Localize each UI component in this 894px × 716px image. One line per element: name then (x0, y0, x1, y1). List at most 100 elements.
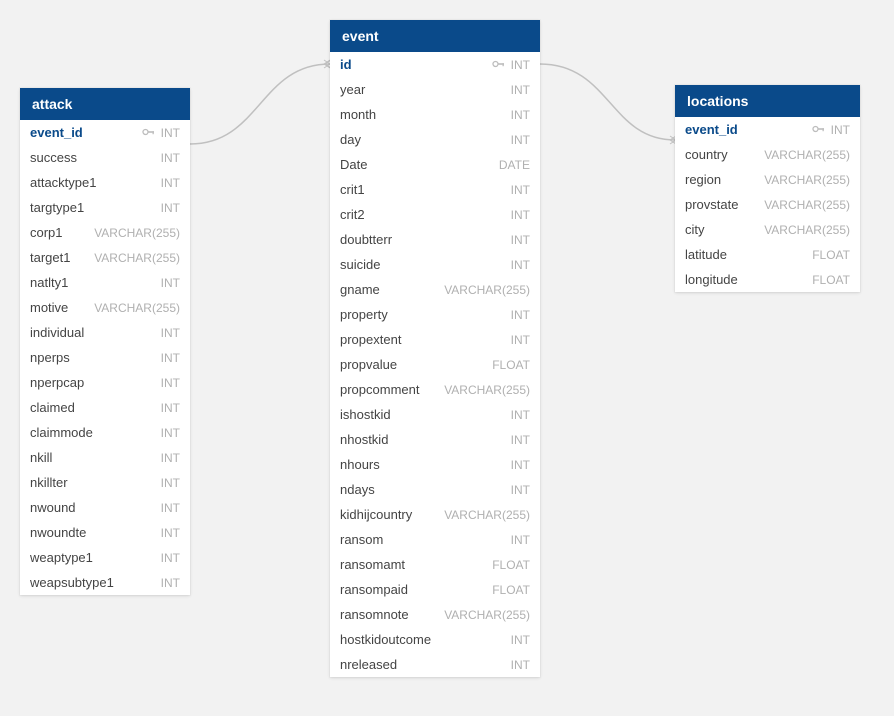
column-type: INT (511, 108, 530, 122)
column-row[interactable]: cityVARCHAR(255) (675, 217, 860, 242)
column-row[interactable]: nreleasedINT (330, 652, 540, 677)
column-row[interactable]: crit2INT (330, 202, 540, 227)
column-name: suicide (340, 257, 511, 272)
column-row[interactable]: individualINT (20, 320, 190, 345)
column-row[interactable]: ransomINT (330, 527, 540, 552)
column-row[interactable]: nkillINT (20, 445, 190, 470)
column-name: longitude (685, 272, 812, 287)
column-type: INT (161, 151, 180, 165)
column-name: motive (30, 300, 94, 315)
column-row[interactable]: propertyINT (330, 302, 540, 327)
table-header[interactable]: attack (20, 88, 190, 120)
column-name: ransompaid (340, 582, 492, 597)
column-type: INT (511, 333, 530, 347)
column-name: ransomnote (340, 607, 444, 622)
column-list: event_idINTcountryVARCHAR(255)regionVARC… (675, 117, 860, 292)
column-row[interactable]: nwoundINT (20, 495, 190, 520)
column-row[interactable]: attacktype1INT (20, 170, 190, 195)
column-name: hostkidoutcome (340, 632, 511, 647)
column-row[interactable]: nhoursINT (330, 452, 540, 477)
column-row[interactable]: weapsubtype1INT (20, 570, 190, 595)
column-row[interactable]: nwoundteINT (20, 520, 190, 545)
column-type: INT (831, 123, 850, 137)
column-row[interactable]: successINT (20, 145, 190, 170)
entity-table-event[interactable]: event idINTyearINTmonthINTdayINTDateDATE… (330, 20, 540, 677)
column-row[interactable]: corp1VARCHAR(255) (20, 220, 190, 245)
column-row[interactable]: propvalueFLOAT (330, 352, 540, 377)
key-icon (811, 123, 827, 137)
column-row[interactable]: regionVARCHAR(255) (675, 167, 860, 192)
column-name: corp1 (30, 225, 94, 240)
column-list: idINTyearINTmonthINTdayINTDateDATEcrit1I… (330, 52, 540, 677)
column-list: event_idINTsuccessINTattacktype1INTtargt… (20, 120, 190, 595)
column-type: INT (161, 401, 180, 415)
column-type: INT (161, 126, 180, 140)
entity-table-attack[interactable]: attack event_idINTsuccessINTattacktype1I… (20, 88, 190, 595)
table-header[interactable]: locations (675, 85, 860, 117)
column-row[interactable]: kidhijcountryVARCHAR(255) (330, 502, 540, 527)
column-name: nperpcap (30, 375, 161, 390)
column-row[interactable]: ransomamtFLOAT (330, 552, 540, 577)
column-name: id (340, 57, 491, 72)
column-row[interactable]: targtype1INT (20, 195, 190, 220)
column-row[interactable]: nperpcapINT (20, 370, 190, 395)
column-row[interactable]: nperpsINT (20, 345, 190, 370)
column-row[interactable]: gnameVARCHAR(255) (330, 277, 540, 302)
column-row[interactable]: DateDATE (330, 152, 540, 177)
column-row[interactable]: suicideINT (330, 252, 540, 277)
column-row[interactable]: latitudeFLOAT (675, 242, 860, 267)
column-type: INT (511, 533, 530, 547)
column-name: city (685, 222, 764, 237)
column-row[interactable]: target1VARCHAR(255) (20, 245, 190, 270)
column-name: Date (340, 157, 499, 172)
column-row[interactable]: id INT (330, 52, 540, 77)
column-row[interactable]: hostkidoutcomeINT (330, 627, 540, 652)
column-name: weaptype1 (30, 550, 161, 565)
column-type: INT (161, 326, 180, 340)
column-row[interactable]: dayINT (330, 127, 540, 152)
column-type: INT (161, 476, 180, 490)
column-type: INT (511, 58, 530, 72)
column-row[interactable]: ndaysINT (330, 477, 540, 502)
column-name: crit1 (340, 182, 511, 197)
column-name: kidhijcountry (340, 507, 444, 522)
column-name: event_id (685, 122, 811, 137)
column-row[interactable]: natlty1INT (20, 270, 190, 295)
column-row[interactable]: ransompaidFLOAT (330, 577, 540, 602)
column-row[interactable]: weaptype1INT (20, 545, 190, 570)
column-row[interactable]: nkillterINT (20, 470, 190, 495)
entity-table-locations[interactable]: locations event_id INT countryVARCHAR(255)… (675, 85, 860, 292)
column-name: attacktype1 (30, 175, 161, 190)
column-row[interactable]: claimmodeINT (20, 420, 190, 445)
column-row[interactable]: ishostkidINT (330, 402, 540, 427)
column-type: DATE (499, 158, 530, 172)
column-type: FLOAT (812, 248, 850, 262)
column-type: VARCHAR(255) (764, 148, 850, 162)
column-row[interactable]: longitudeFLOAT (675, 267, 860, 292)
column-row[interactable]: yearINT (330, 77, 540, 102)
column-row[interactable]: monthINT (330, 102, 540, 127)
column-row[interactable]: claimedINT (20, 395, 190, 420)
column-row[interactable]: nhostkidINT (330, 427, 540, 452)
column-row[interactable]: motiveVARCHAR(255) (20, 295, 190, 320)
table-header[interactable]: event (330, 20, 540, 52)
column-row[interactable]: event_id INT (675, 117, 860, 142)
column-name: propextent (340, 332, 511, 347)
column-row[interactable]: crit1INT (330, 177, 540, 202)
column-name: individual (30, 325, 161, 340)
column-type: VARCHAR(255) (444, 608, 530, 622)
column-row[interactable]: propextentINT (330, 327, 540, 352)
column-row[interactable]: doubtterrINT (330, 227, 540, 252)
column-name: event_id (30, 125, 141, 140)
column-row[interactable]: propcommentVARCHAR(255) (330, 377, 540, 402)
column-row[interactable]: countryVARCHAR(255) (675, 142, 860, 167)
column-type: VARCHAR(255) (94, 301, 180, 315)
column-name: region (685, 172, 764, 187)
column-row[interactable]: event_id INT (20, 120, 190, 145)
column-name: ndays (340, 482, 511, 497)
column-row[interactable]: provstateVARCHAR(255) (675, 192, 860, 217)
column-name: ransomamt (340, 557, 492, 572)
column-type: INT (161, 376, 180, 390)
connector-attack-event (190, 64, 330, 144)
column-row[interactable]: ransomnoteVARCHAR(255) (330, 602, 540, 627)
